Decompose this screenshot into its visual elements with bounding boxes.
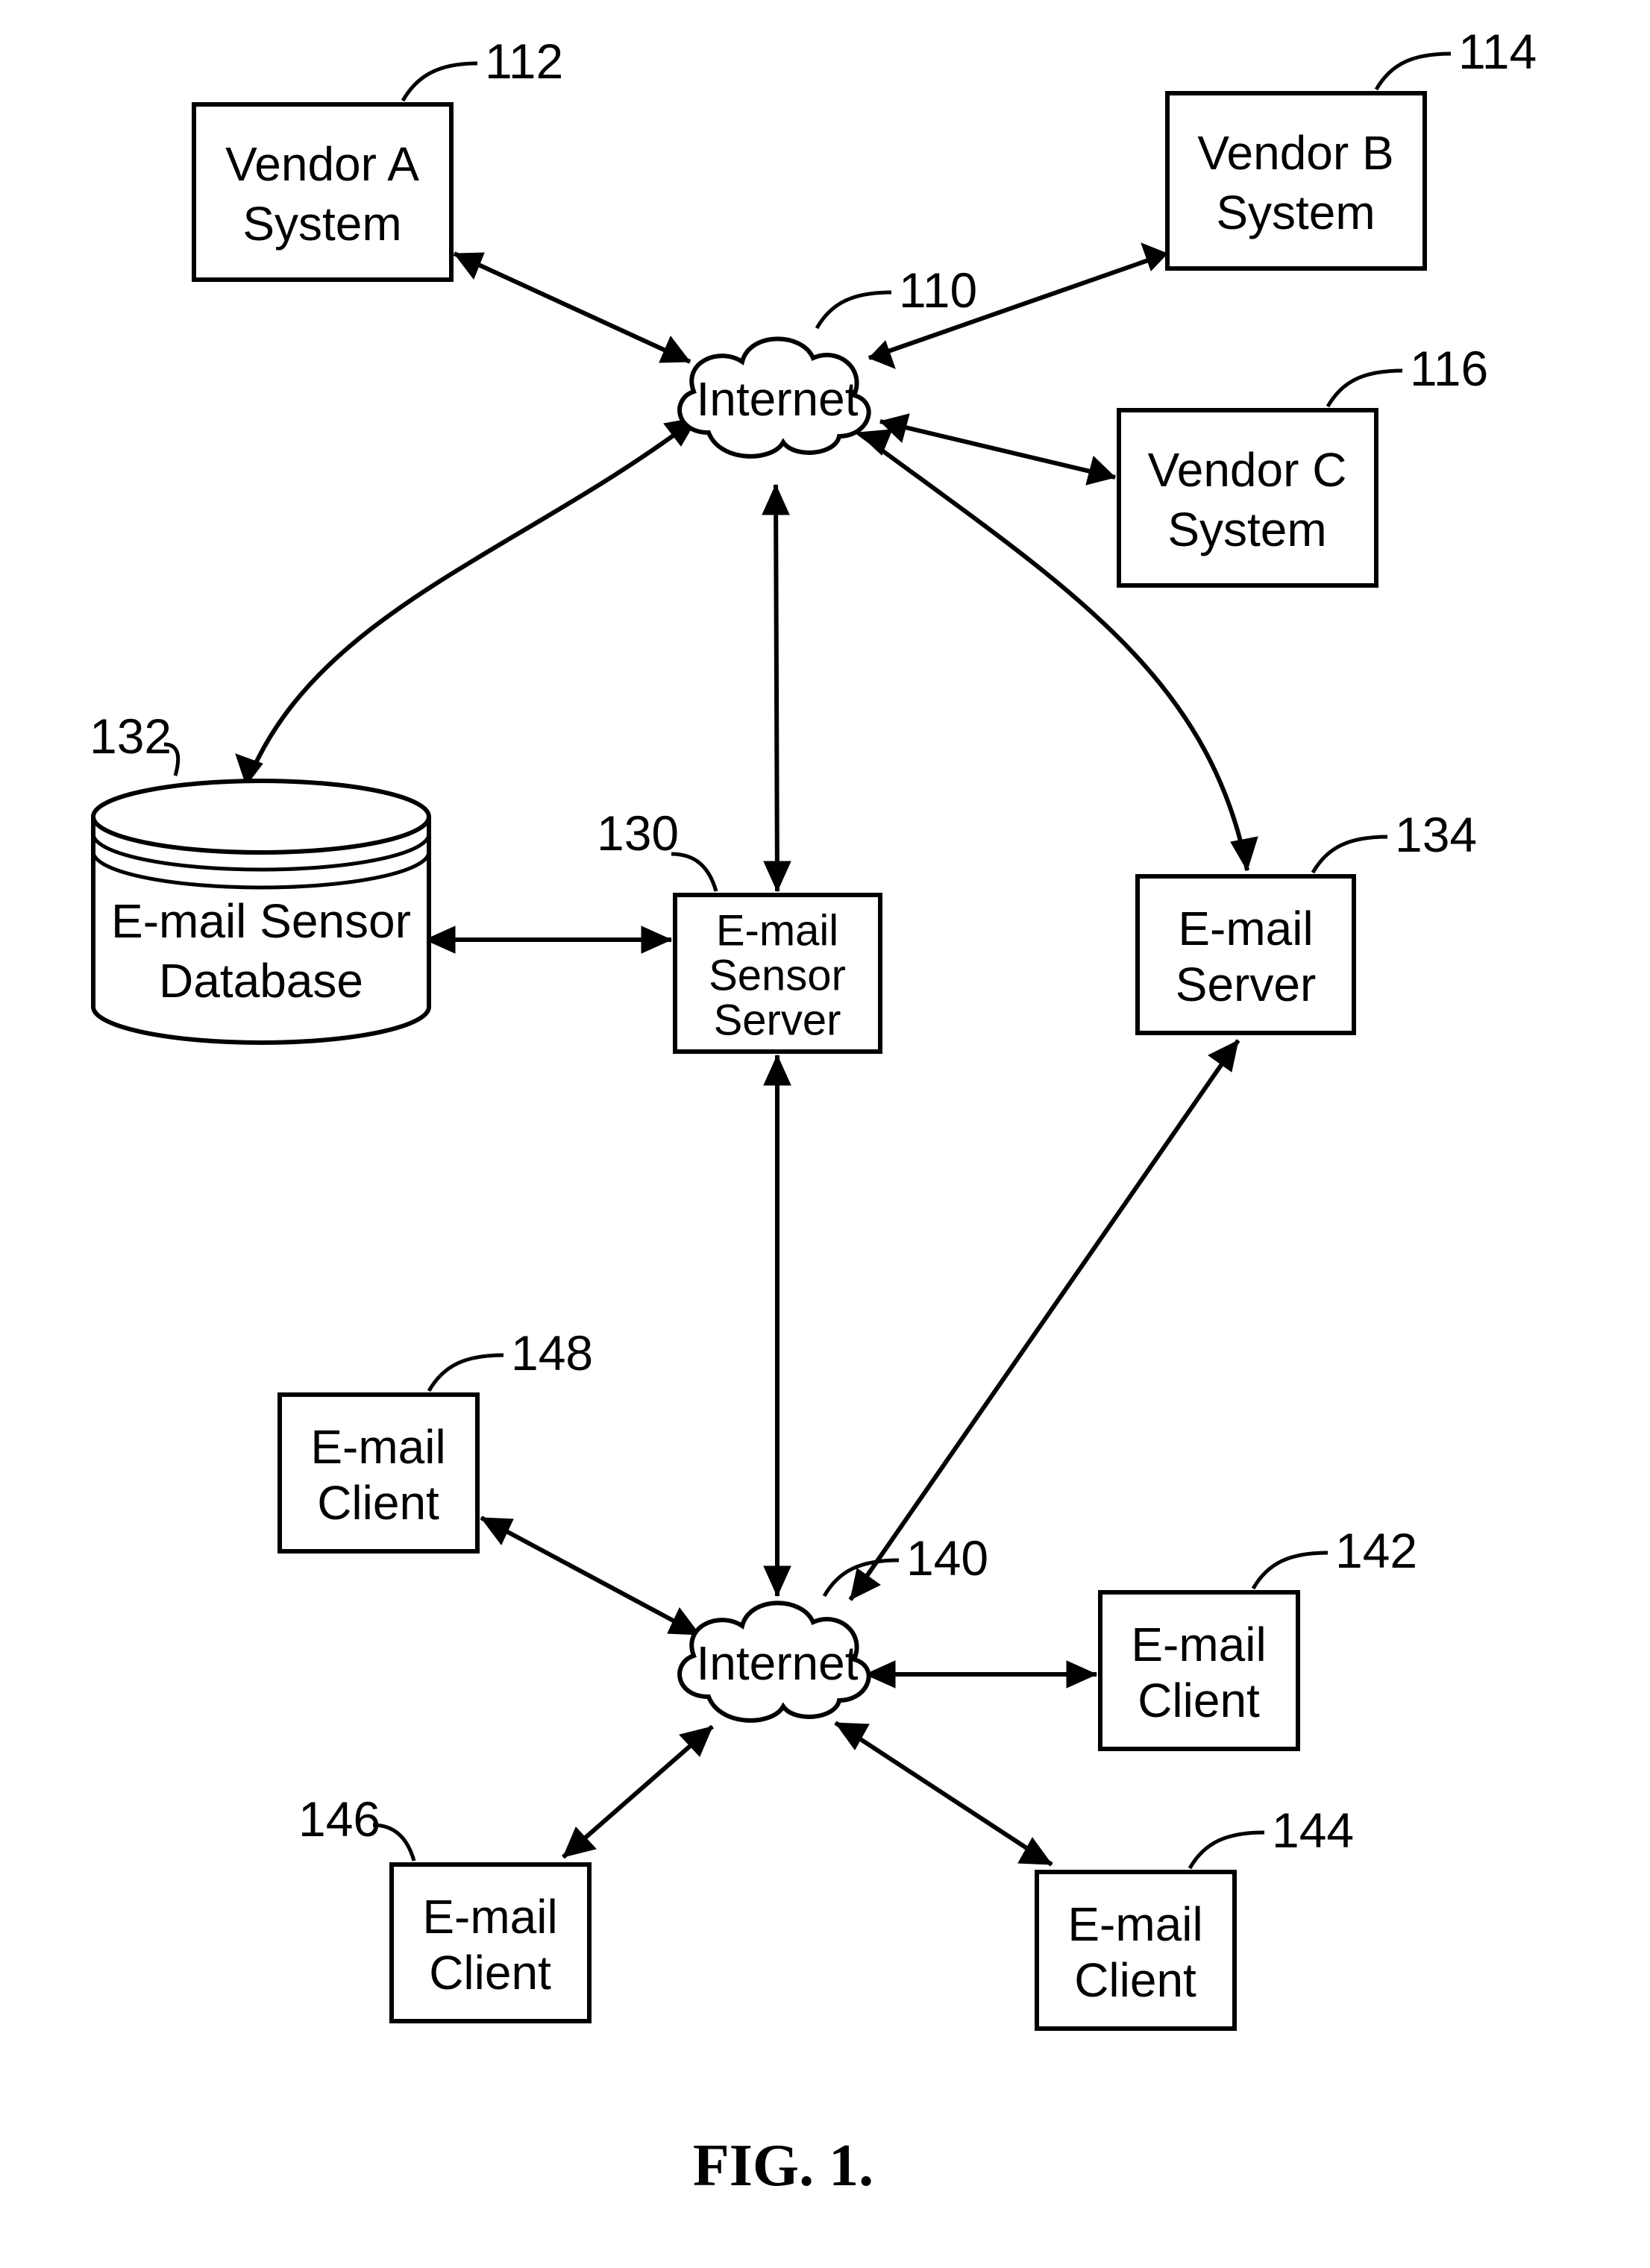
email-client-142: E-mail Client 142 [1100,1523,1417,1749]
vendor-b-ref: 114 [1458,24,1537,79]
db-line1: E-mail Sensor [111,894,411,948]
c142-ref: 142 [1335,1523,1417,1578]
internet-top-node: Internet 110 [680,263,977,456]
internet-top-ref: 110 [899,263,977,318]
vendor-a-line1: Vendor A [225,137,419,191]
vendor-a-line2: System [242,197,401,251]
db-line2: Database [159,954,363,1008]
vendor-c-line1: Vendor C [1148,443,1347,497]
es-ref: 134 [1395,807,1477,862]
es-line1: E-mail [1178,902,1313,955]
internet-bottom-label: Internet [696,1636,858,1690]
ess-ref: 130 [597,805,679,861]
c142-line1: E-mail [1131,1618,1266,1671]
c148-line1: E-mail [310,1420,445,1474]
c148-ref: 148 [511,1325,593,1380]
c144-line1: E-mail [1067,1897,1202,1951]
email-server-node: E-mail Server 134 [1138,807,1477,1033]
figure-label: FIG. 1. [693,2133,873,2199]
internet-bottom-node: Internet 140 [680,1530,988,1721]
c146-line2: Client [429,1946,551,2000]
vendor-b-line2: System [1216,186,1375,239]
es-line2: Server [1176,958,1317,1011]
ess-line2: Sensor [709,951,846,999]
db-ref: 132 [90,709,172,764]
email-client-146: E-mail Client 146 [298,1791,589,2021]
internet-bottom-ref: 140 [906,1530,988,1586]
c148-line2: Client [317,1476,439,1530]
vendor-c-node: Vendor C System 116 [1119,341,1488,585]
vendor-c-ref: 116 [1410,341,1488,396]
vendor-b-node: Vendor B System 114 [1167,24,1537,268]
c144-line2: Client [1074,1953,1196,2007]
vendor-b-line1: Vendor B [1197,126,1393,180]
c142-line2: Client [1138,1674,1260,1727]
c144-ref: 144 [1272,1803,1354,1858]
ess-line3: Server [714,996,841,1044]
c146-line1: E-mail [422,1890,557,1944]
system-architecture-diagram: Vendor A System 112 Vendor B System 114 … [0,0,1650,2268]
vendor-a-node: Vendor A System 112 [194,34,563,280]
c146-ref: 146 [298,1791,380,1847]
email-client-144: E-mail Client 144 [1037,1803,1354,2029]
ess-line1: E-mail [716,906,838,955]
internet-top-label: Internet [696,372,858,426]
vendor-a-ref: 112 [485,34,563,89]
vendor-c-line2: System [1167,503,1326,556]
email-sensor-server-node: E-mail Sensor Server 130 [597,805,880,1052]
email-client-148: E-mail Client 148 [280,1325,593,1551]
